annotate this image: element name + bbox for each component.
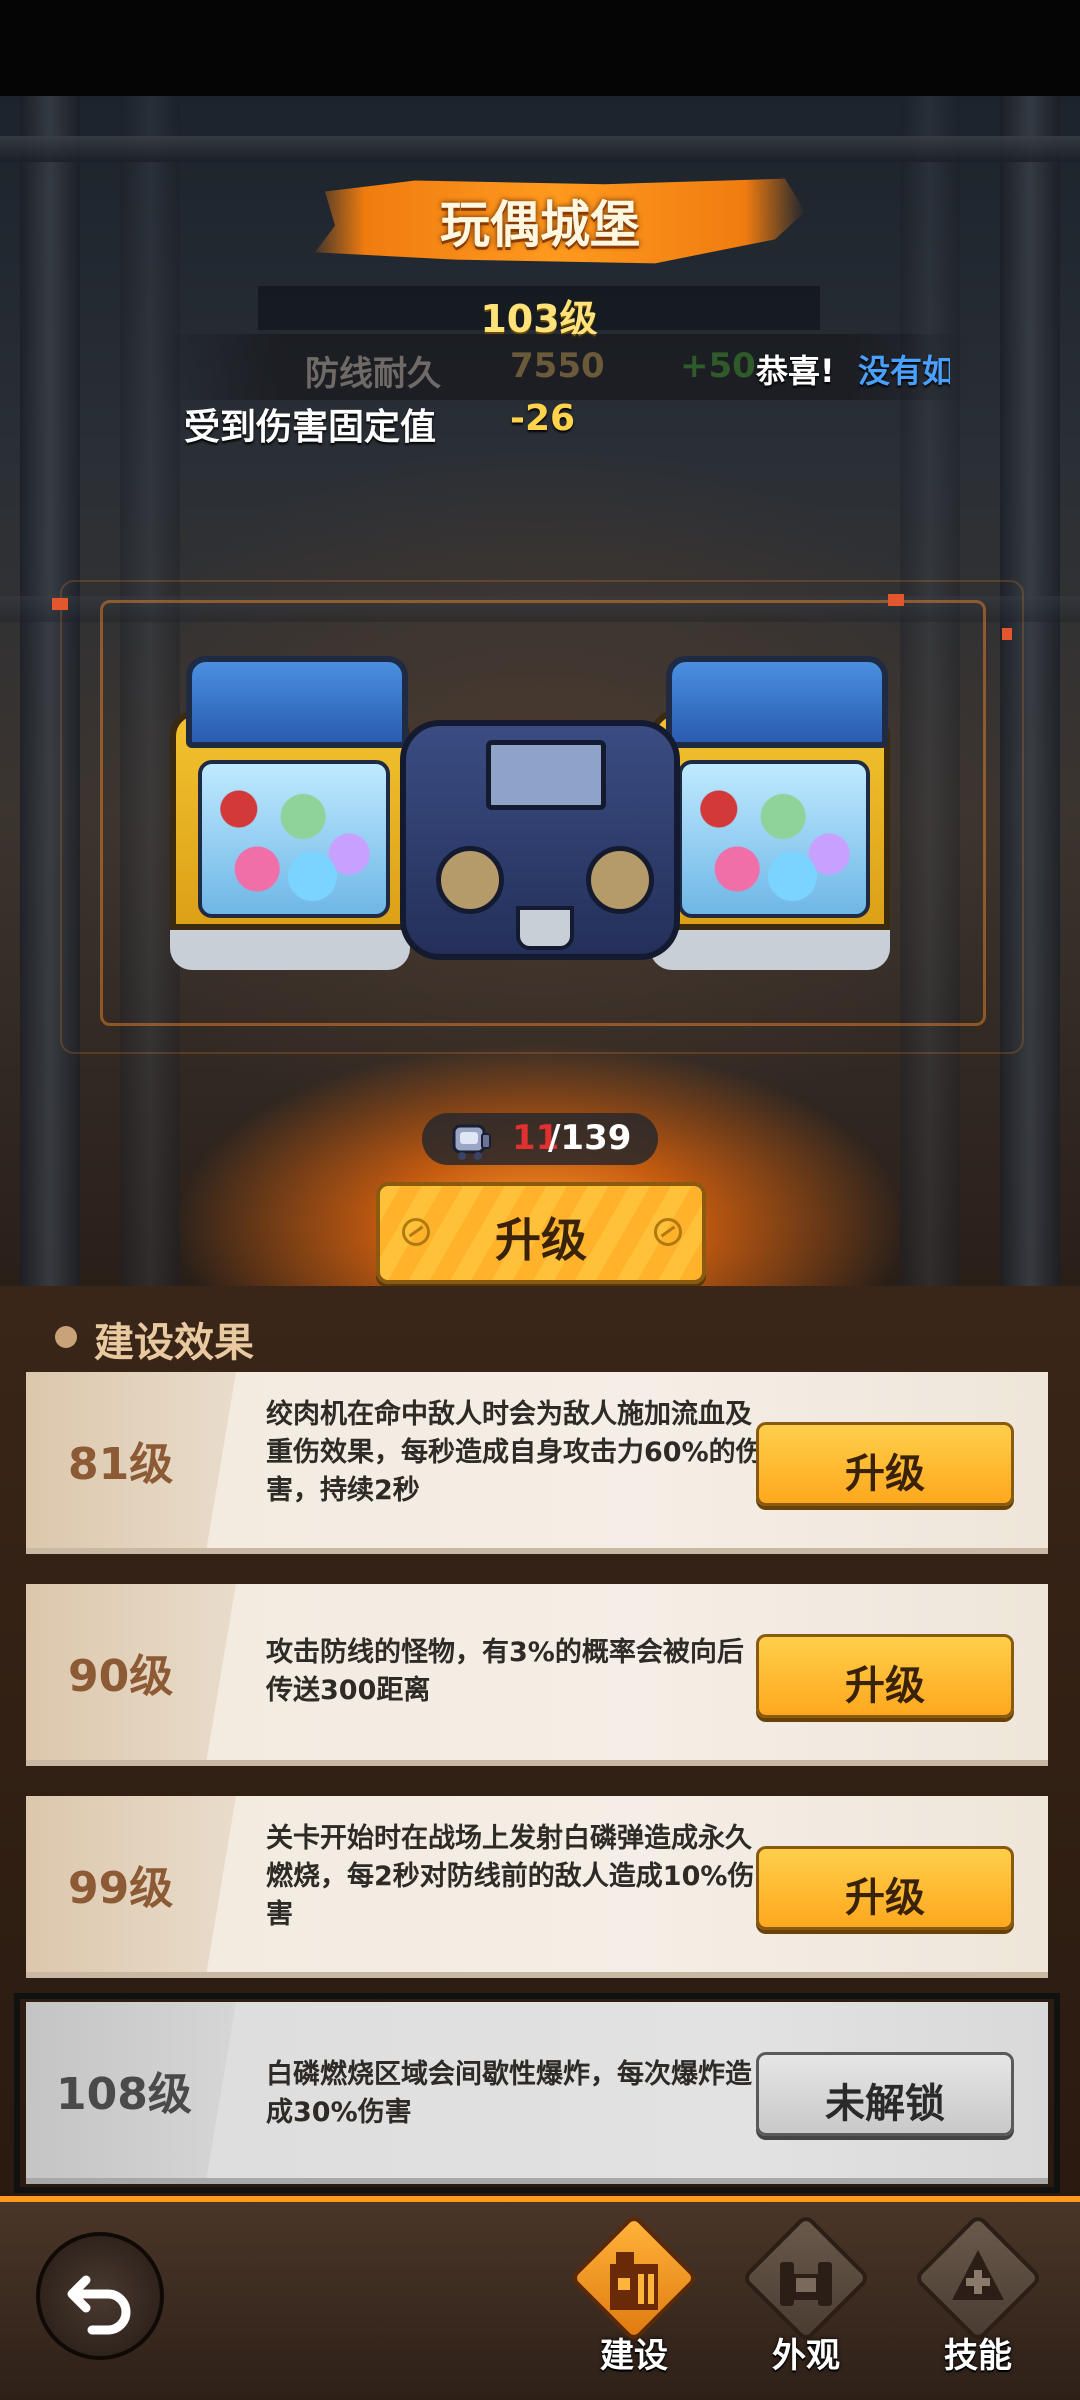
effect-card: 81级 绞肉机在命中敌人时会为敌人施加流血及重伤效果，每秒造成自身攻击力60%的…	[26, 1372, 1048, 1554]
defense-bonus: +50	[680, 346, 756, 386]
section-bullet-icon	[55, 1326, 77, 1348]
deco-square	[52, 598, 68, 610]
effect-level: 81级	[68, 1439, 174, 1490]
effect-level: 90级	[68, 1651, 174, 1702]
damage-label: 受到伤害固定值	[184, 407, 437, 448]
nav-tab-build[interactable]: 建设	[564, 2212, 704, 2392]
appearance-icon	[780, 2262, 832, 2306]
doll-castle-image	[170, 640, 910, 980]
effect-description: 攻击防线的怪物，有3%的概率会被向后传送300距离	[266, 1637, 744, 1706]
castle-core	[400, 720, 680, 960]
notification-congrats: 恭喜!	[756, 352, 835, 390]
nav-tab-appearance[interactable]: 外观	[736, 2212, 876, 2392]
back-arrow-icon	[67, 2275, 131, 2335]
effect-upgrade-button[interactable]: 升级	[756, 1634, 1014, 1718]
effect-card: 90级 攻击防线的怪物，有3%的概率会被向后传送300距离 升级	[26, 1584, 1048, 1766]
nav-label: 技能	[944, 2336, 1012, 2376]
section-title: 建设效果	[94, 1320, 254, 1366]
material-total: /139	[548, 1118, 632, 1158]
page-title: 玩偶城堡	[440, 196, 640, 254]
notification-message: 没有如	[858, 352, 950, 390]
upgrade-button[interactable]: 升级	[376, 1182, 706, 1284]
building-icon	[610, 2252, 658, 2310]
nav-tab-skills[interactable]: 技能	[908, 2212, 1048, 2392]
effect-locked-button[interactable]: 未解锁	[756, 2052, 1014, 2136]
effect-upgrade-button[interactable]: 升级	[756, 1422, 1014, 1506]
effect-description: 关卡开始时在战场上发射白磷弹造成永久燃烧，每2秒对防线前的敌人造成10%伤害	[266, 1823, 755, 1930]
skill-icon	[952, 2250, 1004, 2300]
effect-description: 绞肉机在命中敌人时会为敌人施加流血及重伤效果，每秒造成自身攻击力60%的伤害，持…	[266, 1399, 763, 1506]
effect-upgrade-button[interactable]: 升级	[756, 1846, 1014, 1930]
effect-card-locked: 108级 白磷燃烧区域会间歇性爆炸，每次爆炸造成30%伤害 未解锁	[26, 2002, 1048, 2184]
effect-level: 108级	[56, 2069, 192, 2120]
effect-card: 99级 关卡开始时在战场上发射白磷弹造成永久燃烧，每2秒对防线前的敌人造成10%…	[26, 1796, 1048, 1978]
back-button[interactable]	[36, 2232, 164, 2360]
effect-description: 白磷燃烧区域会间歇性爆炸，每次爆炸造成30%伤害	[266, 2059, 752, 2128]
defense-label: 防线耐久	[305, 354, 441, 394]
disabled-icon	[654, 1218, 682, 1246]
doll-box-icon	[452, 1124, 491, 1160]
damage-value: -26	[510, 398, 576, 439]
upgrade-button-label: 升级	[495, 1213, 587, 1267]
nav-label: 建设	[600, 2336, 668, 2376]
defense-value: 7550	[510, 346, 605, 386]
doll-box-right	[650, 656, 890, 970]
doll-box-left	[170, 656, 410, 970]
effect-level: 99级	[68, 1863, 174, 1914]
nav-label: 外观	[772, 2336, 840, 2376]
status-bar	[0, 0, 1080, 96]
deco-square	[1002, 628, 1012, 640]
deco-square	[888, 594, 904, 606]
